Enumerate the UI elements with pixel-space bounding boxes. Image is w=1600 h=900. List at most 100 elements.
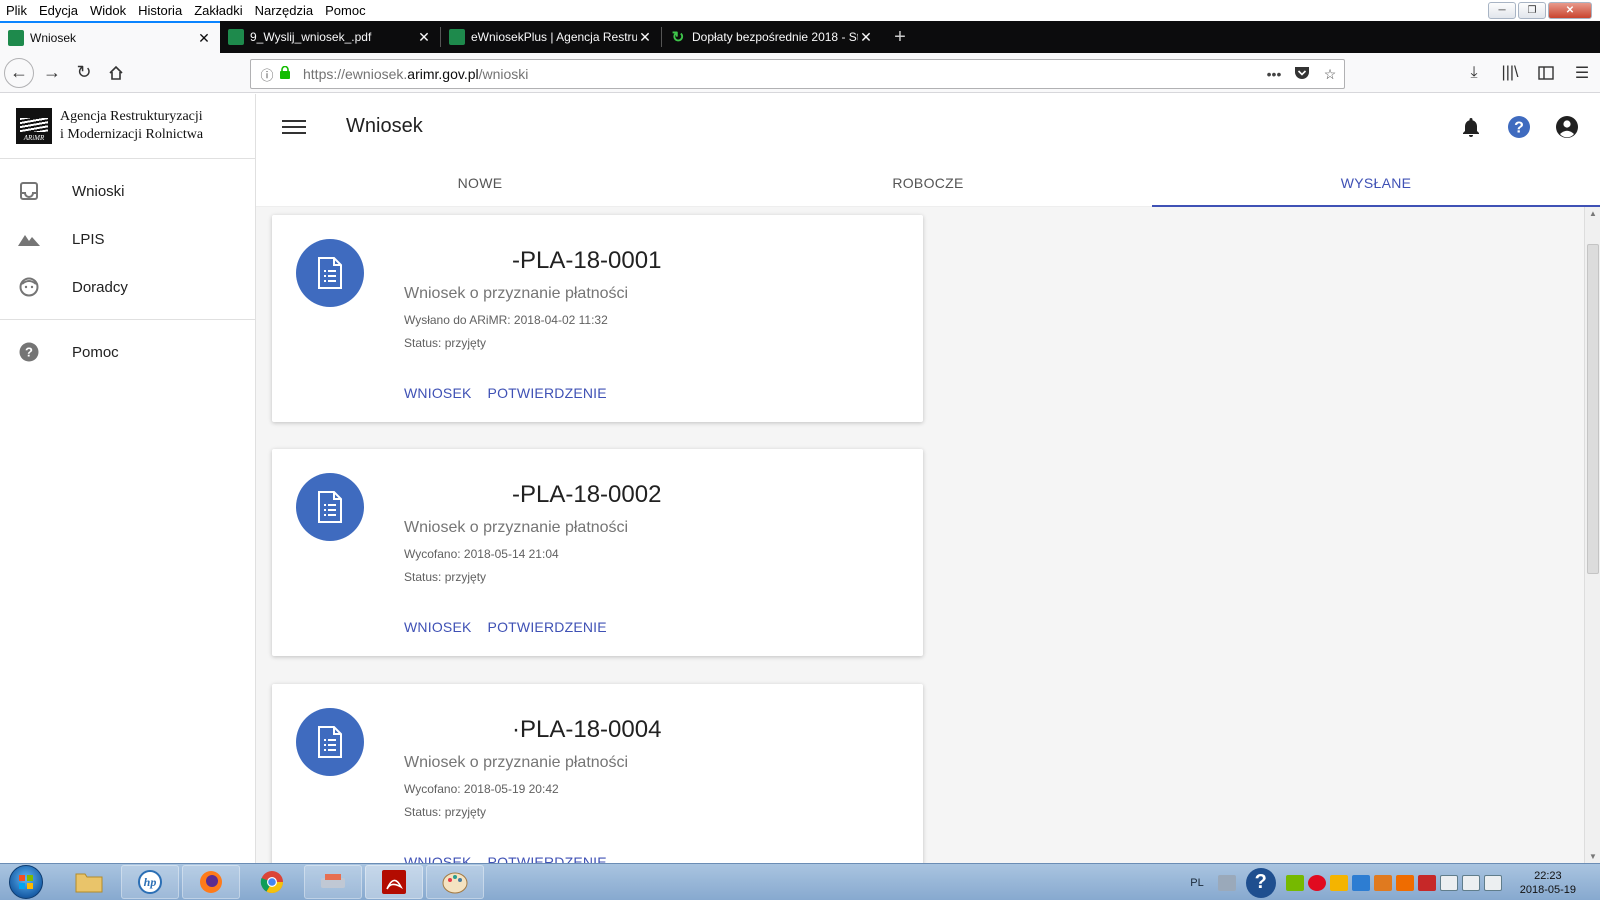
back-button[interactable]: ← xyxy=(4,57,34,88)
arimr-favicon-icon xyxy=(8,30,24,46)
close-tab-icon[interactable]: ✕ xyxy=(858,29,874,46)
card-status: Status: przyjęty xyxy=(404,336,487,350)
scroll-down-icon[interactable]: ▼ xyxy=(1585,852,1600,861)
menu-zakladki[interactable]: Zakładki xyxy=(188,3,248,18)
tab-nowe[interactable]: NOWE xyxy=(256,159,704,206)
menu-widok[interactable]: Widok xyxy=(84,3,132,18)
home-icon xyxy=(109,65,123,80)
arimr-favicon-icon xyxy=(228,29,244,45)
sidebar-item-lpis[interactable]: LPIS xyxy=(0,215,255,263)
close-tab-icon[interactable]: ✕ xyxy=(196,30,212,47)
network-icon[interactable] xyxy=(1461,874,1480,891)
menu-icon[interactable] xyxy=(282,119,306,134)
reload-button[interactable]: ↻ xyxy=(68,57,100,89)
brand[interactable]: ARiMR Agencja Restrukturyzacji i Moderni… xyxy=(0,94,255,159)
scrollbar-thumb[interactable] xyxy=(1587,244,1599,574)
open-menu-button[interactable]: ☰ xyxy=(1566,57,1598,89)
chrome-taskbar-icon[interactable] xyxy=(243,865,301,899)
wniosek-button[interactable]: WNIOSEK xyxy=(404,385,472,401)
close-tab-icon[interactable]: ✕ xyxy=(637,29,653,46)
flag-icon[interactable] xyxy=(1417,874,1436,891)
firefox-taskbar-icon[interactable] xyxy=(182,865,240,899)
card-status: Status: przyjęty xyxy=(404,570,487,584)
lock-icon xyxy=(279,65,297,82)
tab-title: eWniosekPlus | Agencja Restruk xyxy=(471,30,637,44)
sidebar-item-pomoc[interactable]: ? Pomoc xyxy=(0,328,255,376)
vertical-scrollbar[interactable]: ▲ ▼ xyxy=(1584,207,1600,863)
card-date: Wysłano do ARiMR: 2018-04-02 11:32 xyxy=(404,313,608,327)
url-bar[interactable]: ⓘ https://ewniosek.arimr.gov.pl/wnioski … xyxy=(250,59,1345,89)
card-title: ·PLA-18-0004 xyxy=(512,716,662,743)
browser-tab[interactable]: Wniosek ✕ xyxy=(0,21,220,53)
pocket-icon[interactable] xyxy=(1288,66,1316,83)
refresh-favicon-icon: ↻ xyxy=(671,29,685,46)
explorer-taskbar-icon[interactable] xyxy=(60,865,118,899)
notifications-bell-icon[interactable] xyxy=(1458,114,1484,140)
potwierdzenie-button[interactable]: POTWIERDZENIE xyxy=(488,385,607,401)
page-title: Wniosek xyxy=(346,115,423,137)
app-tray-icon[interactable] xyxy=(1373,874,1392,891)
card-subtitle: Wniosek o przyznanie płatności xyxy=(404,754,629,771)
browser-tab[interactable]: eWniosekPlus | Agencja Restruk ✕ xyxy=(441,21,661,53)
download-button[interactable]: ⤓ xyxy=(1458,57,1490,89)
forward-button[interactable]: → xyxy=(36,57,68,89)
menu-historia[interactable]: Historia xyxy=(132,3,188,18)
bookmark-star-icon[interactable]: ☆ xyxy=(1316,66,1344,83)
potwierdzenie-button[interactable]: POTWIERDZENIE xyxy=(488,619,607,635)
menu-plik[interactable]: Plik xyxy=(0,3,33,18)
page-actions-icon[interactable]: ••• xyxy=(1260,66,1288,82)
beats-icon[interactable] xyxy=(1307,874,1326,891)
app-taskbar-icon[interactable] xyxy=(304,865,362,899)
new-tab-button[interactable]: + xyxy=(882,21,918,53)
sidebar-item-doradcy[interactable]: Doradcy xyxy=(0,263,255,311)
card-title: -PLA-18-0002 xyxy=(512,481,662,508)
menu-narzedzia[interactable]: Narzędzia xyxy=(249,3,320,18)
sidebar-item-label: Pomoc xyxy=(72,343,119,361)
keyboard-icon[interactable] xyxy=(1217,874,1236,891)
help-circle-icon[interactable]: ? xyxy=(1506,114,1532,140)
sidebar-item-label: Wnioski xyxy=(72,182,125,200)
start-button[interactable] xyxy=(4,864,48,900)
sidebar-item-wnioski[interactable]: Wnioski xyxy=(0,167,255,215)
windows-taskbar: hp PL ? 22:23 2018-05-19 xyxy=(0,863,1600,900)
browser-tab[interactable]: 9_Wyslij_wniosek_.pdf ✕ xyxy=(220,21,440,53)
paint-taskbar-icon[interactable] xyxy=(426,865,484,899)
card-date: Wycofano: 2018-05-19 20:42 xyxy=(404,782,559,796)
sidebar-toggle-button[interactable] xyxy=(1530,57,1562,89)
wniosek-button[interactable]: WNIOSEK xyxy=(404,619,472,635)
language-indicator[interactable]: PL xyxy=(1190,877,1203,889)
home-button[interactable] xyxy=(100,57,132,89)
scroll-up-icon[interactable]: ▲ xyxy=(1585,209,1600,218)
clock[interactable]: 22:23 2018-05-19 xyxy=(1520,869,1576,897)
potwierdzenie-button[interactable]: POTWIERDZENIE xyxy=(488,854,607,863)
tab-title: Dopłaty bezpośrednie 2018 - Str xyxy=(692,30,858,44)
wniosek-button[interactable]: WNIOSEK xyxy=(404,854,472,863)
info-icon[interactable]: ⓘ xyxy=(255,65,279,84)
help-icon: ? xyxy=(18,341,40,363)
clock-time: 22:23 xyxy=(1534,869,1562,882)
tab-wyslane[interactable]: WYSŁANE xyxy=(1152,159,1600,207)
minimize-button[interactable]: ─ xyxy=(1488,2,1516,19)
menu-pomoc[interactable]: Pomoc xyxy=(319,3,371,18)
menu-bar: Plik Edycja Widok Historia Zakładki Narz… xyxy=(0,0,1600,21)
application-card: ·PLA-18-0004 Wniosek o przyznanie płatno… xyxy=(272,684,923,863)
hp-taskbar-icon[interactable]: hp xyxy=(121,865,179,899)
library-button[interactable]: |||\ xyxy=(1494,57,1526,89)
close-tab-icon[interactable]: ✕ xyxy=(416,29,432,46)
warning-icon[interactable] xyxy=(1329,874,1348,891)
snowflake-icon[interactable] xyxy=(1351,874,1370,891)
browser-tab[interactable]: ↻ Dopłaty bezpośrednie 2018 - Str ✕ xyxy=(662,21,882,53)
account-circle-icon[interactable] xyxy=(1554,114,1580,140)
device-icon[interactable] xyxy=(1439,874,1458,891)
maximize-button[interactable]: ❐ xyxy=(1518,2,1546,19)
clock-date: 2018-05-19 xyxy=(1519,883,1576,896)
arimr-logo: ARiMR xyxy=(16,108,52,144)
close-window-button[interactable]: ✕ xyxy=(1548,2,1592,19)
acrobat-taskbar-icon[interactable] xyxy=(365,865,423,899)
help-tray-icon[interactable]: ? xyxy=(1245,867,1276,898)
tab-robocze[interactable]: ROBOCZE xyxy=(704,159,1152,206)
volume-icon[interactable] xyxy=(1483,874,1502,891)
menu-edycja[interactable]: Edycja xyxy=(33,3,84,18)
nvidia-icon[interactable] xyxy=(1285,874,1304,891)
app-tray-icon[interactable] xyxy=(1395,874,1414,891)
